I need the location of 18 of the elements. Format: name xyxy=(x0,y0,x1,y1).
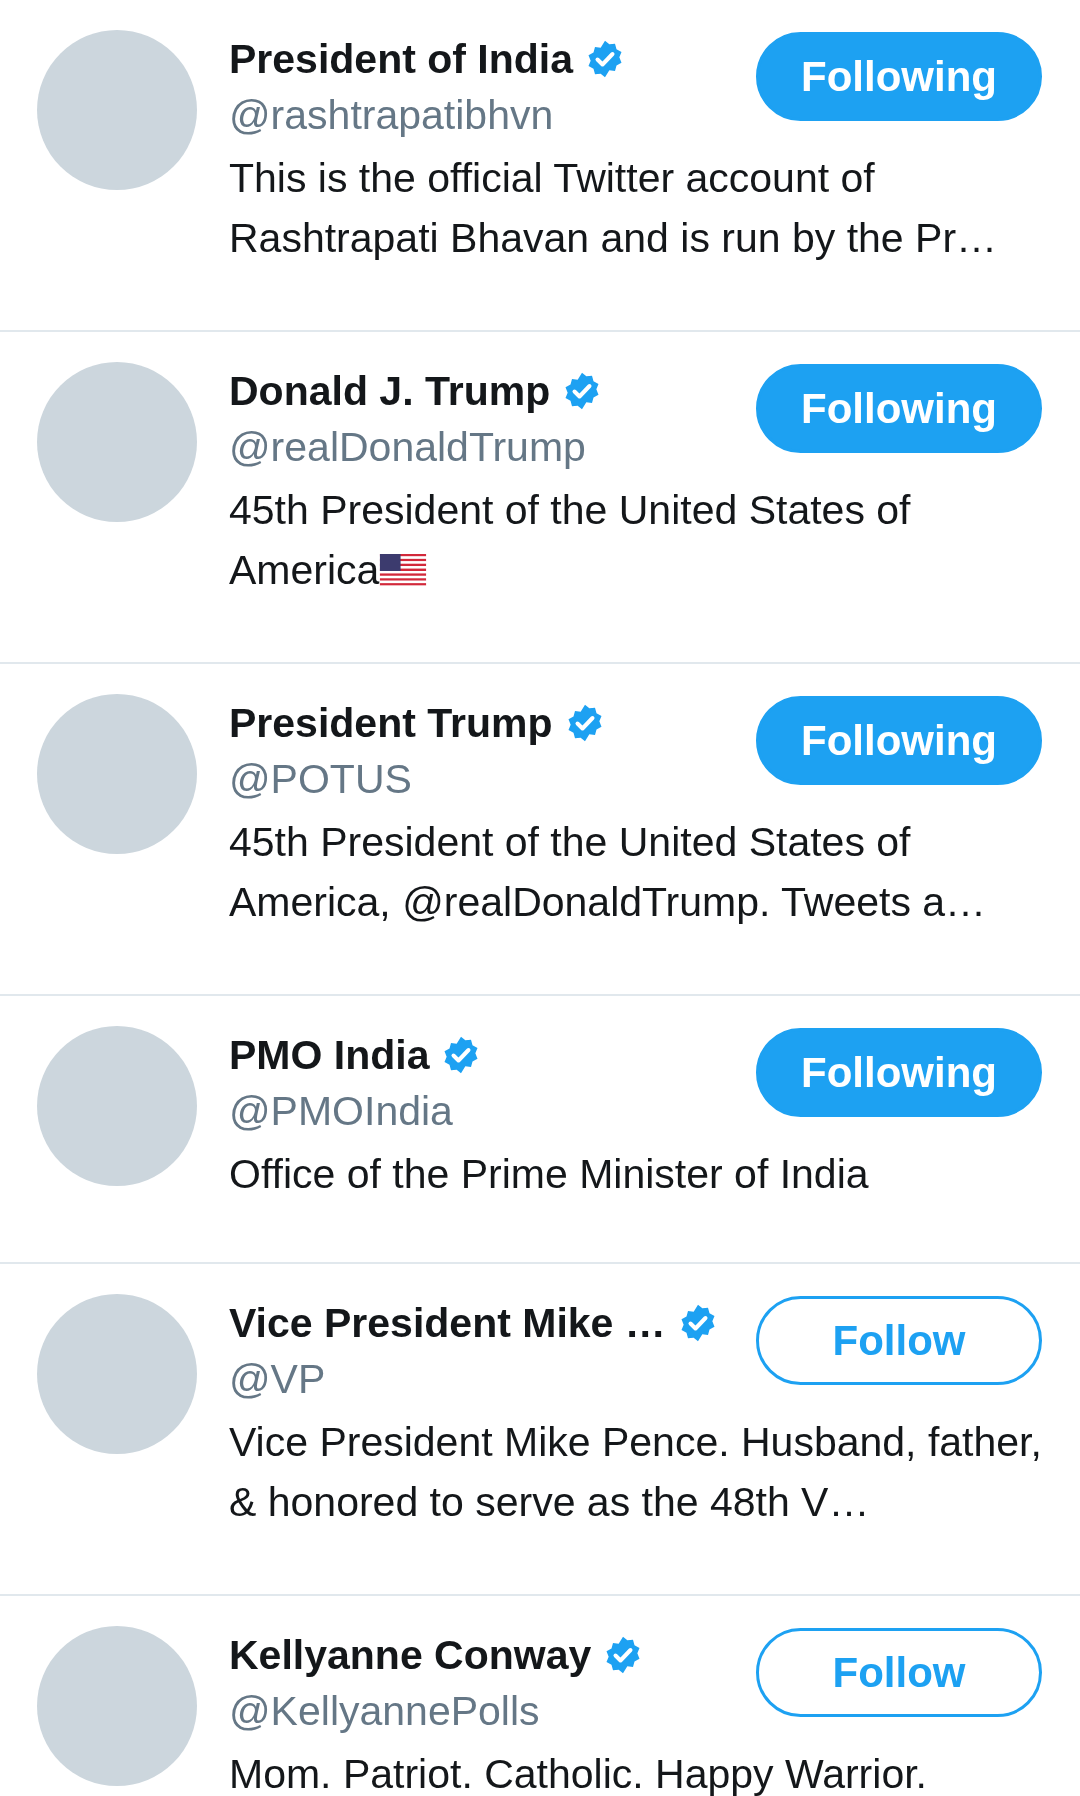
user-handle: @VP xyxy=(229,1355,327,1404)
user-bio: This is the official Twitter account of Rashtrapati Bhavan and is run by the Pr… xyxy=(229,154,999,263)
user-handle: @realDonaldTrump xyxy=(229,423,587,472)
user-name[interactable]: Vice President Mike … xyxy=(229,1299,666,1347)
user-bio: 45th President of the United States of America xyxy=(229,486,912,595)
user-bio: 45th President of the United States of America, @realDonaldTrump. Tweets a… xyxy=(229,818,988,927)
user-handle: @rashtrapatibhvn xyxy=(229,91,555,140)
user-name[interactable]: Donald J. Trump xyxy=(229,367,551,415)
user-name[interactable]: PMO India xyxy=(229,1031,430,1079)
user-handle: @PMOIndia xyxy=(229,1087,454,1136)
user-handle: @POTUS xyxy=(229,755,413,804)
user-handle: @KellyannePolls xyxy=(229,1687,541,1736)
user-bio: Vice President Mike Pence. Husband, father, & honored to serve as the 48th V… xyxy=(229,1418,1042,1527)
user-name[interactable]: President of India xyxy=(229,35,573,83)
user-name[interactable]: President Trump xyxy=(229,699,553,747)
user-bio: Office of the Prime Minister of India xyxy=(229,1150,870,1199)
user-name[interactable]: Kellyanne Conway xyxy=(229,1631,592,1679)
user-bio: Mom. Patriot. Catholic. Happy Warrior. xyxy=(229,1750,928,1796)
